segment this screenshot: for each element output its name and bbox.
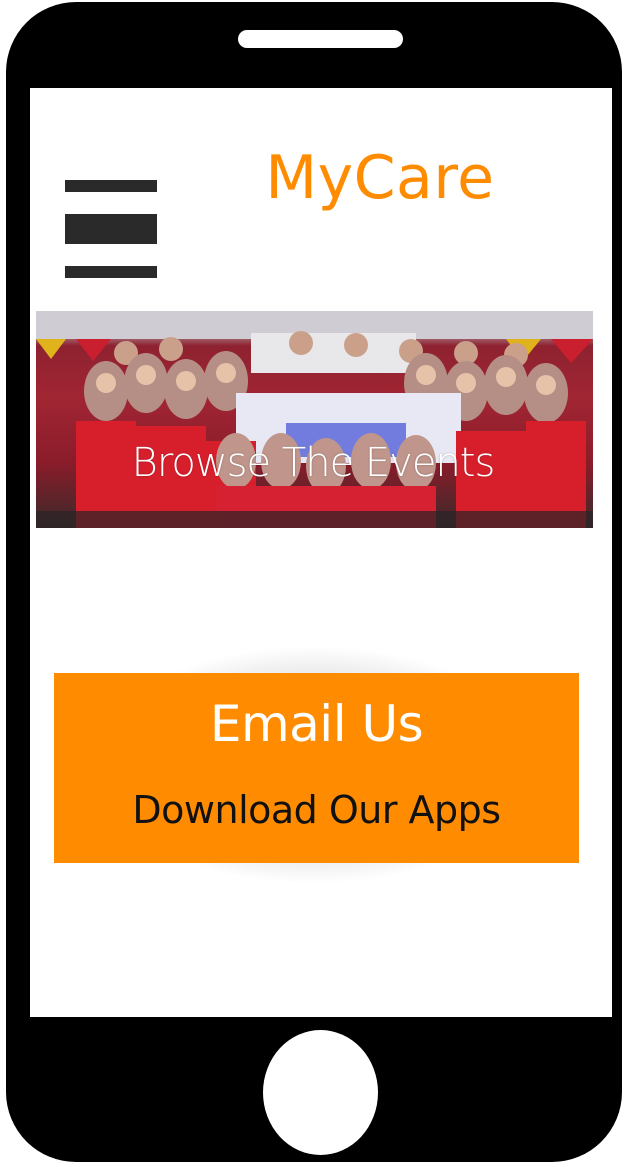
contact-panel: Email Us Download Our Apps xyxy=(54,673,579,863)
download-apps-link[interactable]: Download Our Apps xyxy=(54,788,579,832)
home-button[interactable] xyxy=(263,1030,378,1155)
group-photo xyxy=(36,311,593,528)
menu-bar-middle xyxy=(65,214,157,244)
phone-speaker xyxy=(238,30,403,48)
email-us-link[interactable]: Email Us xyxy=(54,695,579,753)
menu-bar-top xyxy=(65,180,157,192)
app-title: MyCare xyxy=(265,143,495,213)
browse-events-link[interactable]: Browse The Events xyxy=(0,440,626,486)
events-banner-image[interactable] xyxy=(36,311,593,528)
hamburger-menu-icon[interactable] xyxy=(65,180,157,278)
menu-bar-bottom xyxy=(65,266,157,278)
